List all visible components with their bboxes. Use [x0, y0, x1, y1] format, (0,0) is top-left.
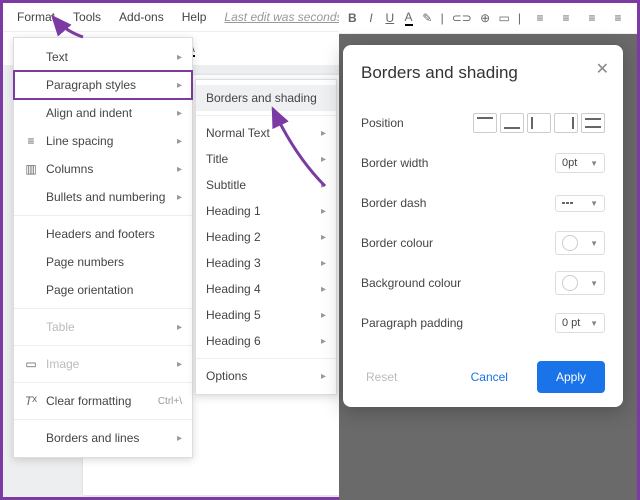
submenu-normal-text[interactable]: Normal Text▸: [196, 120, 336, 146]
menu-clear-formatting[interactable]: TxClear formattingCtrl+\: [14, 387, 192, 415]
close-icon[interactable]: ✕: [596, 59, 609, 79]
bold-button-r[interactable]: B: [347, 7, 358, 29]
dialog-title: Borders and shading: [361, 63, 605, 83]
underline-button-r[interactable]: U: [384, 7, 395, 29]
row-paragraph-padding: Paragraph padding 0 pt▼: [361, 303, 605, 343]
paragraph-styles-submenu: Borders and shading Normal Text▸ Title▸ …: [195, 79, 337, 395]
cancel-button[interactable]: Cancel: [452, 361, 527, 393]
position-between[interactable]: [581, 113, 605, 133]
menu-align-indent[interactable]: Align and indent▸: [14, 99, 192, 127]
row-border-colour: Border colour ▼: [361, 223, 605, 263]
submenu-options[interactable]: Options▸: [196, 363, 336, 389]
paragraph-padding-dropdown[interactable]: 0 pt▼: [555, 313, 605, 333]
submenu-heading1[interactable]: Heading 1▸: [196, 198, 336, 224]
comment-button[interactable]: ⊕: [480, 7, 491, 29]
border-colour-dropdown[interactable]: ▼: [555, 231, 605, 255]
menu-image: ▭Image▸: [14, 350, 192, 378]
submenu-title[interactable]: Title▸: [196, 146, 336, 172]
menu-page-orientation[interactable]: Page orientation: [14, 276, 192, 304]
reset-button[interactable]: Reset: [361, 361, 416, 393]
submenu-heading2[interactable]: Heading 2▸: [196, 224, 336, 250]
menu-line-spacing[interactable]: ≡Line spacing▸: [14, 127, 192, 155]
apply-button[interactable]: Apply: [537, 361, 605, 393]
submenu-heading5[interactable]: Heading 5▸: [196, 302, 336, 328]
menu-paragraph-styles[interactable]: Paragraph styles▸: [14, 71, 192, 99]
row-background-colour: Background colour ▼: [361, 263, 605, 303]
italic-button-r[interactable]: I: [366, 7, 377, 29]
submenu-heading6[interactable]: Heading 6▸: [196, 328, 336, 354]
menu-page-numbers[interactable]: Page numbers: [14, 248, 192, 276]
image-button[interactable]: ▭: [499, 7, 510, 29]
row-position: Position: [361, 103, 605, 143]
menu-tools[interactable]: Tools: [65, 7, 109, 27]
submenu-borders-shading[interactable]: Borders and shading: [196, 85, 336, 111]
position-top[interactable]: [473, 113, 497, 133]
menu-table: Table▸: [14, 313, 192, 341]
row-border-dash: Border dash ▼: [361, 183, 605, 223]
border-width-dropdown[interactable]: 0pt▼: [555, 153, 605, 173]
position-left[interactable]: [527, 113, 551, 133]
border-dash-dropdown[interactable]: ▼: [555, 195, 605, 212]
menu-bullets[interactable]: Bullets and numbering▸: [14, 183, 192, 211]
borders-shading-dialog: ✕ Borders and shading Position Border wi…: [343, 45, 623, 407]
background-colour-dropdown[interactable]: ▼: [555, 271, 605, 295]
menu-borders-lines[interactable]: Borders and lines▸: [14, 424, 192, 452]
format-menu: Text▸ Paragraph styles▸ Align and indent…: [13, 37, 193, 458]
align-justify-button[interactable]: ≡: [607, 7, 629, 29]
align-right-button[interactable]: ≡: [581, 7, 603, 29]
menu-help[interactable]: Help: [174, 7, 215, 27]
position-right[interactable]: [554, 113, 578, 133]
submenu-heading4[interactable]: Heading 4▸: [196, 276, 336, 302]
link-button[interactable]: ⊂⊃: [452, 7, 472, 29]
text-color-button-r[interactable]: A: [403, 7, 414, 29]
menu-format[interactable]: Format: [9, 7, 63, 27]
menu-text[interactable]: Text▸: [14, 43, 192, 71]
highlight-button[interactable]: ✎: [422, 7, 433, 29]
menu-headers-footers[interactable]: Headers and footers: [14, 220, 192, 248]
align-left-button[interactable]: ≡: [529, 7, 551, 29]
menu-addons[interactable]: Add-ons: [111, 7, 172, 27]
align-center-button[interactable]: ≡: [555, 7, 577, 29]
row-border-width: Border width 0pt▼: [361, 143, 605, 183]
submenu-heading3[interactable]: Heading 3▸: [196, 250, 336, 276]
submenu-subtitle[interactable]: Subtitle▸: [196, 172, 336, 198]
menu-columns[interactable]: ▥Columns▸: [14, 155, 192, 183]
right-toolbar: B I U A ✎ | ⊂⊃ ⊕ ▭ | ≡ ≡ ≡ ≡: [339, 3, 637, 34]
position-bottom[interactable]: [500, 113, 524, 133]
